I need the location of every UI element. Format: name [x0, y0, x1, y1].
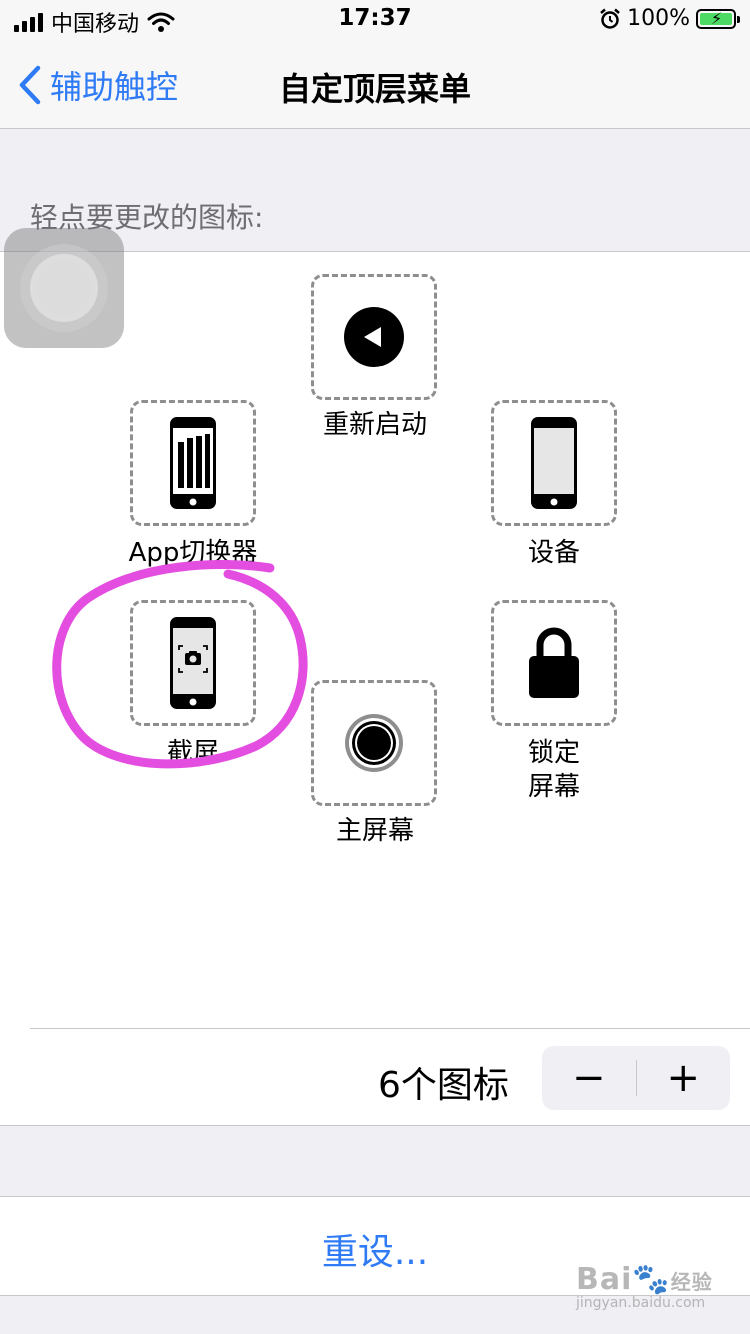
slot-label-device: 设备 — [527, 538, 580, 568]
watermark-badge: 经验 — [670, 1270, 713, 1294]
slot-restart[interactable] — [311, 274, 437, 400]
slot-device[interactable] — [491, 400, 617, 526]
status-bar: 中国移动 17:37 100% ⚡ — [0, 0, 750, 40]
slot-screenshot[interactable] — [130, 600, 256, 726]
panel-divider — [30, 1028, 750, 1029]
lock-icon — [529, 627, 579, 698]
icon-count-stepper[interactable]: − + — [542, 1046, 730, 1110]
assistive-touch-button[interactable] — [4, 228, 124, 348]
page-title: 自定顶层菜单 — [278, 70, 471, 108]
device-icon — [531, 417, 577, 509]
home-icon — [345, 714, 403, 772]
paw-icon: 🐾 — [632, 1262, 671, 1297]
alarm-icon — [600, 8, 620, 29]
watermark-main: Bai — [576, 1262, 633, 1297]
restart-icon — [344, 307, 404, 367]
slot-label-app-switcher: App切换器 — [128, 538, 258, 568]
decrement-button[interactable]: − — [542, 1046, 636, 1110]
slot-label-home: 主屏幕 — [335, 816, 414, 846]
slot-app-switcher[interactable] — [130, 400, 256, 526]
battery-percent: 100% — [627, 6, 690, 31]
navigation-bar: 辅助触控 自定顶层菜单 — [0, 40, 750, 129]
slot-home[interactable] — [311, 680, 437, 806]
slot-label-screenshot: 截屏 — [166, 738, 219, 768]
baidu-watermark: Bai🐾经验 jingyan.baidu.com — [576, 1262, 736, 1322]
increment-button[interactable]: + — [637, 1046, 731, 1110]
icon-count-label: 6个图标 — [378, 1065, 509, 1106]
slot-label-restart: 重新启动 — [322, 410, 427, 440]
battery-icon: ⚡ — [696, 8, 740, 29]
status-right: 100% ⚡ — [599, 6, 740, 31]
screenshot-icon — [170, 617, 216, 709]
watermark-sub: jingyan.baidu.com — [576, 1295, 706, 1311]
slot-label-lock-screen: 锁定 屏幕 — [527, 738, 580, 802]
slot-lock-screen[interactable] — [491, 600, 617, 726]
app-switcher-icon — [170, 417, 216, 509]
